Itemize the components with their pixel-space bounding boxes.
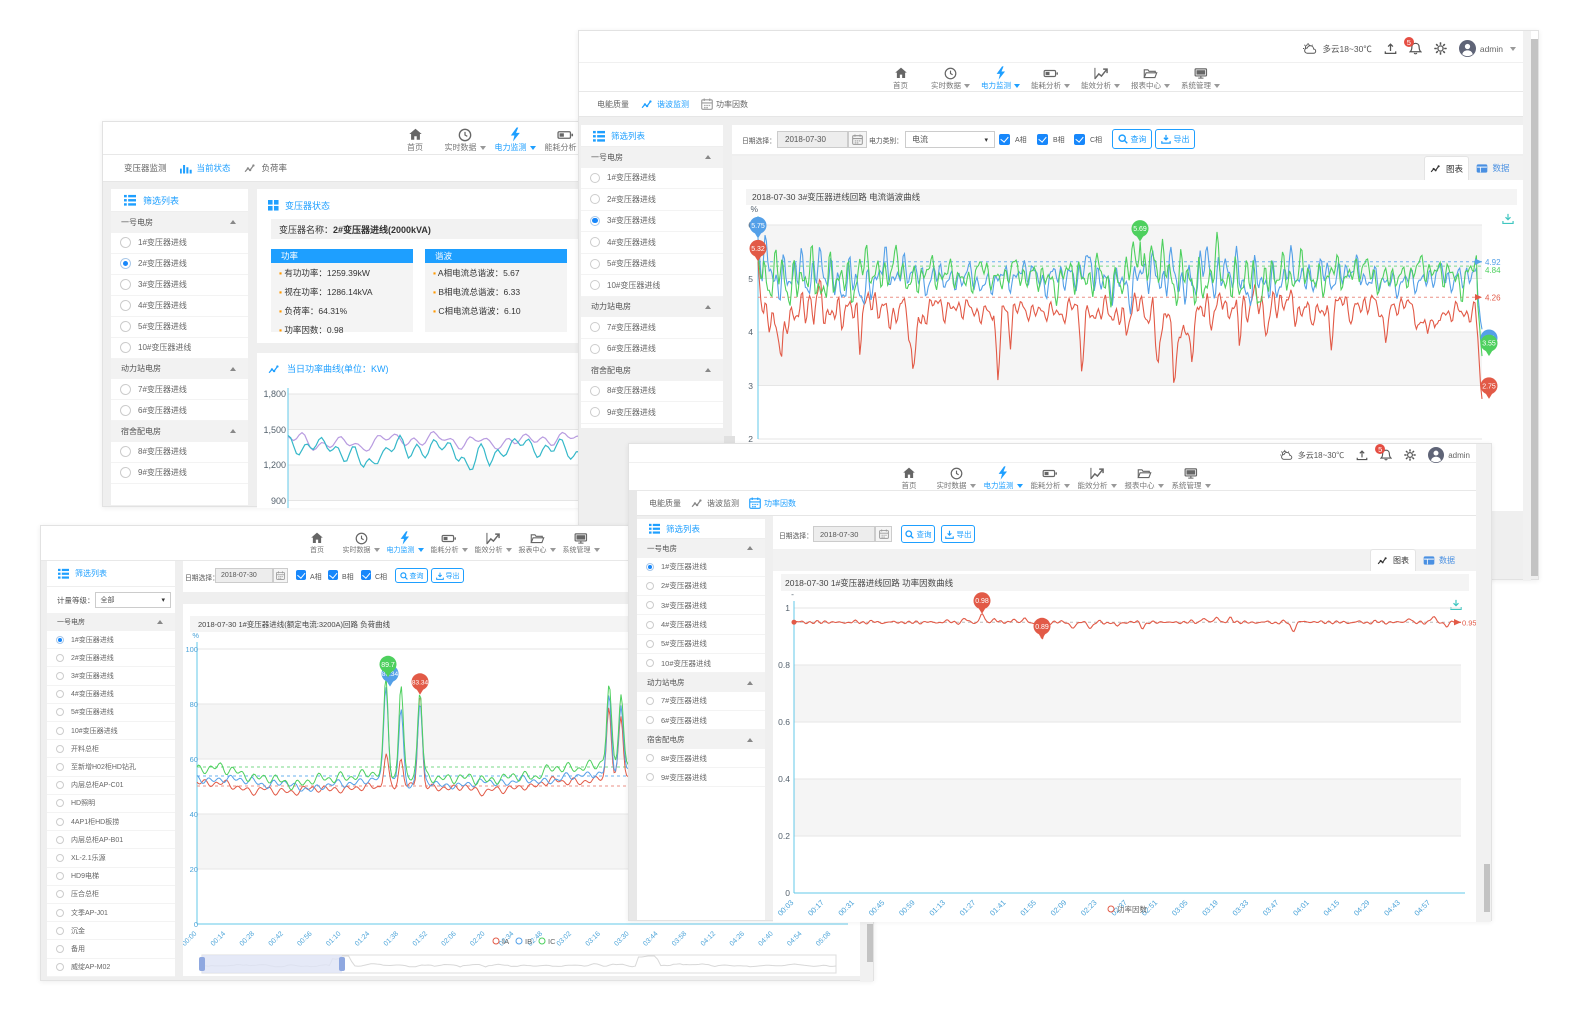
svg-text:00:03: 00:03	[776, 898, 796, 918]
svg-text:1,800: 1,800	[263, 389, 286, 399]
svg-text:03:02: 03:02	[556, 930, 573, 947]
svg-text:4.26: 4.26	[1485, 294, 1501, 303]
svg-text:04:12: 04:12	[700, 930, 717, 947]
svg-text:1,200: 1,200	[263, 460, 286, 470]
svg-text:1: 1	[785, 603, 790, 613]
svg-text:01:41: 01:41	[988, 898, 1008, 918]
svg-text:04:57: 04:57	[1412, 898, 1432, 918]
svg-text:04:43: 04:43	[1382, 898, 1402, 918]
svg-text:4: 4	[748, 327, 753, 337]
svg-text:00:28: 00:28	[239, 930, 256, 947]
svg-text:4.84: 4.84	[1485, 266, 1501, 275]
svg-text:0.6: 0.6	[778, 717, 790, 727]
svg-text:IA: IA	[502, 937, 509, 946]
svg-text:00:31: 00:31	[836, 898, 856, 918]
svg-text:5: 5	[748, 274, 753, 284]
svg-text:%: %	[750, 204, 758, 214]
svg-text:03:30: 03:30	[613, 930, 630, 947]
svg-text:0: 0	[194, 920, 198, 929]
svg-text:03:33: 03:33	[1231, 898, 1251, 918]
svg-text:02:09: 02:09	[1049, 898, 1069, 918]
svg-text:0.95: 0.95	[1462, 619, 1477, 628]
svg-text:03:16: 03:16	[585, 930, 602, 947]
svg-text:83.34: 83.34	[412, 679, 429, 686]
svg-text:80: 80	[190, 700, 198, 709]
svg-text:00:42: 00:42	[268, 930, 285, 947]
svg-text:02:23: 02:23	[1079, 898, 1099, 918]
svg-text:0.4: 0.4	[778, 774, 790, 784]
svg-text:100: 100	[185, 645, 198, 654]
svg-text:05:08: 05:08	[815, 930, 832, 947]
svg-text:89.7: 89.7	[381, 662, 395, 669]
svg-text:900: 900	[271, 496, 286, 506]
svg-text:04:01: 04:01	[1291, 898, 1311, 918]
svg-text:3.55: 3.55	[1482, 341, 1496, 348]
svg-text:00:45: 00:45	[867, 898, 887, 918]
svg-text:04:15: 04:15	[1322, 898, 1342, 918]
svg-text:00:56: 00:56	[296, 930, 313, 947]
svg-text:2.75: 2.75	[1482, 383, 1496, 390]
svg-text:-: -	[791, 589, 794, 599]
svg-text:00:59: 00:59	[897, 898, 917, 918]
svg-text:0.89: 0.89	[1035, 624, 1049, 631]
svg-text:0.8: 0.8	[778, 660, 790, 670]
svg-text:02:20: 02:20	[469, 930, 486, 947]
svg-text:%: %	[192, 631, 199, 640]
svg-text:IC: IC	[548, 937, 556, 946]
svg-text:01:24: 01:24	[354, 930, 371, 947]
svg-text:03:58: 03:58	[671, 930, 688, 947]
svg-text:40: 40	[190, 810, 198, 819]
svg-text:04:54: 04:54	[786, 930, 803, 947]
svg-text:5.75: 5.75	[751, 223, 765, 230]
svg-text:20: 20	[190, 865, 198, 874]
svg-text:0: 0	[785, 888, 790, 898]
svg-text:04:26: 04:26	[729, 930, 746, 947]
svg-text:00:17: 00:17	[806, 898, 826, 918]
svg-text:IB: IB	[525, 937, 532, 946]
svg-text:01:13: 01:13	[927, 898, 947, 918]
svg-text:02:06: 02:06	[440, 930, 457, 947]
svg-text:03:47: 03:47	[1261, 898, 1281, 918]
svg-text:5.69: 5.69	[1133, 226, 1147, 233]
svg-text:00:14: 00:14	[210, 930, 227, 947]
svg-text:5.32: 5.32	[751, 246, 765, 253]
svg-text:0.2: 0.2	[778, 831, 790, 841]
svg-text:功率因数: 功率因数	[1117, 904, 1147, 914]
svg-text:01:52: 01:52	[412, 930, 429, 947]
svg-text:01:38: 01:38	[383, 930, 400, 947]
svg-text:03:05: 03:05	[1170, 898, 1190, 918]
svg-text:04:40: 04:40	[757, 930, 774, 947]
svg-text:03:19: 03:19	[1200, 898, 1220, 918]
svg-text:04:29: 04:29	[1352, 898, 1372, 918]
svg-text:03:44: 03:44	[642, 930, 659, 947]
svg-text:01:55: 01:55	[1018, 898, 1038, 918]
svg-text:01:10: 01:10	[325, 930, 342, 947]
svg-text:0.98: 0.98	[975, 598, 989, 605]
svg-text:00:00: 00:00	[183, 930, 198, 947]
svg-text:01:27: 01:27	[958, 898, 978, 918]
svg-text:1,500: 1,500	[263, 425, 286, 435]
svg-text:3: 3	[748, 381, 753, 391]
svg-text:60: 60	[190, 755, 198, 764]
